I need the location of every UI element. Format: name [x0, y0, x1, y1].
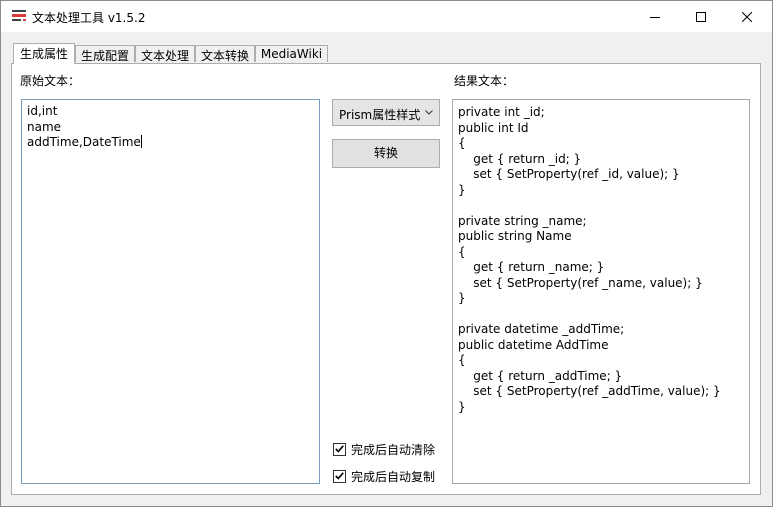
- tab-generate-config[interactable]: 生成配置: [75, 45, 135, 63]
- tab-mediawiki[interactable]: MediaWiki: [255, 45, 328, 62]
- auto-clear-checkbox[interactable]: [333, 442, 346, 456]
- tab-label: 文本转换: [200, 49, 249, 63]
- tab-text-conversion[interactable]: 文本转换: [195, 45, 255, 63]
- chevron-down-icon: [425, 110, 433, 115]
- auto-copy-option[interactable]: 完成后自动复制: [333, 468, 435, 484]
- window-title: 文本处理工具 v1.5.2: [32, 11, 146, 25]
- app-window: 文本处理工具 v1.5.2 生成属性 生成配置 文本处理 文本转换 MediaW…: [0, 0, 773, 507]
- style-select-value: Prism属性样式: [339, 108, 421, 122]
- tab-text-processing[interactable]: 文本处理: [135, 45, 195, 63]
- tab-generate-property[interactable]: 生成属性: [13, 43, 75, 64]
- app-icon: [12, 10, 26, 21]
- tab-label: 文本处理: [140, 49, 189, 63]
- auto-clear-option[interactable]: 完成后自动清除: [333, 441, 435, 457]
- tab-label: 生成属性: [19, 47, 68, 61]
- maximize-button[interactable]: [678, 1, 724, 32]
- text-caret: [140, 135, 142, 148]
- result-text-value: private int _id; public int Id { get { r…: [458, 105, 721, 414]
- tab-label: 生成配置: [80, 49, 129, 63]
- minimize-icon: [650, 16, 660, 18]
- convert-button[interactable]: 转换: [332, 139, 440, 168]
- minimize-button[interactable]: [632, 1, 678, 32]
- checkmark-icon: [335, 445, 344, 453]
- auto-clear-label: 完成后自动清除: [351, 442, 436, 457]
- result-text-label: 结果文本：: [454, 74, 515, 88]
- source-text-label: 原始文本：: [20, 74, 81, 88]
- close-button[interactable]: [724, 1, 770, 32]
- maximize-icon: [696, 11, 706, 22]
- close-icon: [742, 11, 752, 22]
- auto-copy-label: 完成后自动复制: [351, 469, 436, 484]
- tab-label: MediaWiki: [260, 47, 323, 61]
- result-text-output[interactable]: private int _id; public int Id { get { r…: [452, 99, 750, 484]
- checkmark-icon: [335, 472, 344, 480]
- auto-copy-checkbox[interactable]: [333, 469, 346, 483]
- style-select[interactable]: Prism属性样式: [332, 99, 440, 126]
- source-text-input[interactable]: id,int name addTime,DateTime: [21, 99, 320, 484]
- source-text-value: id,int name addTime,DateTime: [27, 104, 141, 149]
- title-bar[interactable]: 文本处理工具 v1.5.2: [1, 1, 772, 32]
